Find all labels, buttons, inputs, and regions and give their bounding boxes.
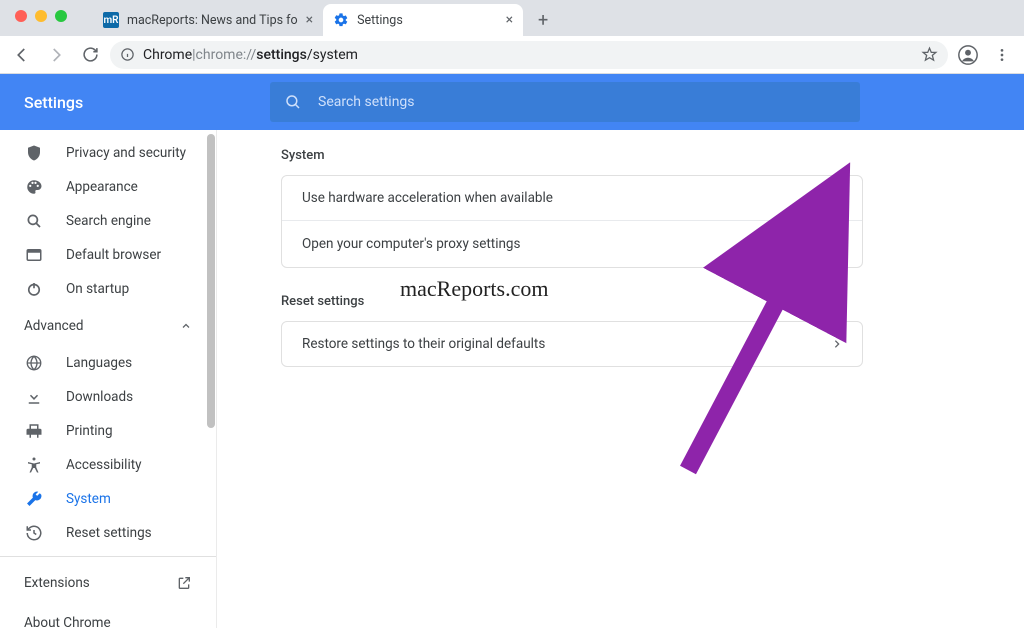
browser-toolbar: Chrome | chrome://settings/system: [0, 36, 1024, 74]
browser-icon: [24, 246, 44, 264]
hw-accel-toggle[interactable]: [808, 191, 842, 205]
globe-icon: [24, 354, 44, 372]
minimize-window-button[interactable]: [35, 10, 47, 22]
sidebar-item-languages[interactable]: Languages: [0, 346, 216, 380]
sidebar-item-appearance[interactable]: Appearance: [0, 170, 216, 204]
window-titlebar: mR macReports: News and Tips fo × Settin…: [0, 0, 1024, 36]
chevron-right-icon: [832, 339, 842, 349]
sidebar-item-label: Accessibility: [66, 457, 142, 473]
about-chrome-label: About Chrome: [24, 615, 111, 628]
maximize-window-button[interactable]: [55, 10, 67, 22]
advanced-label: Advanced: [24, 318, 84, 334]
restore-defaults-row[interactable]: Restore settings to their original defau…: [282, 322, 862, 366]
browser-tabs: mR macReports: News and Tips fo × Settin…: [93, 0, 557, 36]
favicon-settings: [333, 12, 349, 28]
bookmark-star-icon[interactable]: [921, 46, 938, 63]
settings-search-input[interactable]: [318, 94, 846, 110]
sidebar-item-accessibility[interactable]: Accessibility: [0, 448, 216, 482]
site-info-icon: [120, 47, 135, 62]
sidebar-item-label: Languages: [66, 355, 132, 371]
sidebar-item-system[interactable]: System: [0, 482, 216, 516]
sidebar-item-about-chrome[interactable]: About Chrome: [0, 603, 216, 628]
hw-accel-label: Use hardware acceleration when available: [302, 190, 553, 206]
profile-button[interactable]: [954, 41, 982, 69]
download-icon: [24, 388, 44, 406]
sidebar-item-label: Downloads: [66, 389, 133, 405]
back-button[interactable]: [8, 41, 36, 69]
close-window-button[interactable]: [15, 10, 27, 22]
sidebar-item-extensions[interactable]: Extensions: [0, 563, 216, 603]
sidebar-item-label: Search engine: [66, 213, 151, 229]
sidebar-item-label: System: [66, 491, 111, 507]
chevron-up-icon: [180, 320, 192, 332]
system-card: Use hardware acceleration when available…: [281, 175, 863, 268]
settings-main: System Use hardware acceleration when av…: [216, 130, 1024, 628]
proxy-settings-label: Open your computer's proxy settings: [302, 236, 520, 252]
system-section-title: System: [281, 148, 1024, 163]
reload-button[interactable]: [76, 41, 104, 69]
sidebar-item-label: Default browser: [66, 247, 161, 263]
sidebar-item-label: Privacy and security: [66, 145, 186, 161]
window-controls: [9, 0, 73, 36]
wrench-icon: [24, 490, 44, 508]
reset-card: Restore settings to their original defau…: [281, 321, 863, 367]
power-icon: [24, 280, 44, 298]
proxy-settings-row[interactable]: Open your computer's proxy settings: [282, 220, 862, 267]
settings-search[interactable]: [270, 82, 860, 122]
search-icon: [284, 93, 302, 111]
watermark-text: macReports.com: [400, 276, 548, 302]
settings-header: Settings: [0, 74, 1024, 130]
sidebar-item-privacy[interactable]: Privacy and security: [0, 136, 216, 170]
forward-button[interactable]: [42, 41, 70, 69]
sidebar-item-on-startup[interactable]: On startup: [0, 272, 216, 306]
url-text: Chrome | chrome://settings/system: [143, 47, 358, 63]
sidebar-item-search-engine[interactable]: Search engine: [0, 204, 216, 238]
address-bar[interactable]: Chrome | chrome://settings/system: [110, 41, 948, 69]
shield-icon: [24, 144, 44, 162]
sidebar-item-downloads[interactable]: Downloads: [0, 380, 216, 414]
sidebar-item-reset-settings[interactable]: Reset settings: [0, 516, 216, 550]
search-icon: [24, 212, 44, 230]
sidebar-item-label: On startup: [66, 281, 129, 297]
sidebar-item-label: Printing: [66, 423, 113, 439]
sidebar-item-label: Reset settings: [66, 525, 152, 541]
tab-title: Settings: [357, 13, 403, 28]
settings-title: Settings: [24, 93, 270, 112]
menu-button[interactable]: [988, 41, 1016, 69]
open-in-new-icon: [824, 235, 842, 253]
close-tab-icon[interactable]: ×: [306, 12, 313, 28]
settings-sidebar: Privacy and security Appearance Search e…: [0, 130, 216, 628]
printer-icon: [24, 422, 44, 440]
sidebar-divider: [0, 556, 216, 557]
restore-icon: [24, 524, 44, 542]
accessibility-icon: [24, 456, 44, 474]
reset-section-title: Reset settings: [281, 294, 1024, 309]
sidebar-advanced-toggle[interactable]: Advanced: [0, 306, 216, 346]
sidebar-item-label: Appearance: [66, 179, 138, 195]
restore-defaults-label: Restore settings to their original defau…: [302, 336, 545, 352]
extensions-label: Extensions: [24, 575, 90, 591]
favicon-macreports: mR: [103, 12, 119, 28]
sidebar-item-default-browser[interactable]: Default browser: [0, 238, 216, 272]
tab-settings[interactable]: Settings ×: [323, 4, 523, 36]
tab-macreports[interactable]: mR macReports: News and Tips fo ×: [93, 4, 323, 36]
tab-title: macReports: News and Tips fo: [127, 13, 298, 28]
hw-accel-row[interactable]: Use hardware acceleration when available: [282, 176, 862, 220]
sidebar-item-printing[interactable]: Printing: [0, 414, 216, 448]
sidebar-scrollbar[interactable]: [206, 134, 216, 624]
palette-icon: [24, 178, 44, 196]
close-tab-icon[interactable]: ×: [506, 12, 513, 28]
open-in-new-icon: [176, 575, 192, 591]
new-tab-button[interactable]: +: [529, 6, 557, 34]
